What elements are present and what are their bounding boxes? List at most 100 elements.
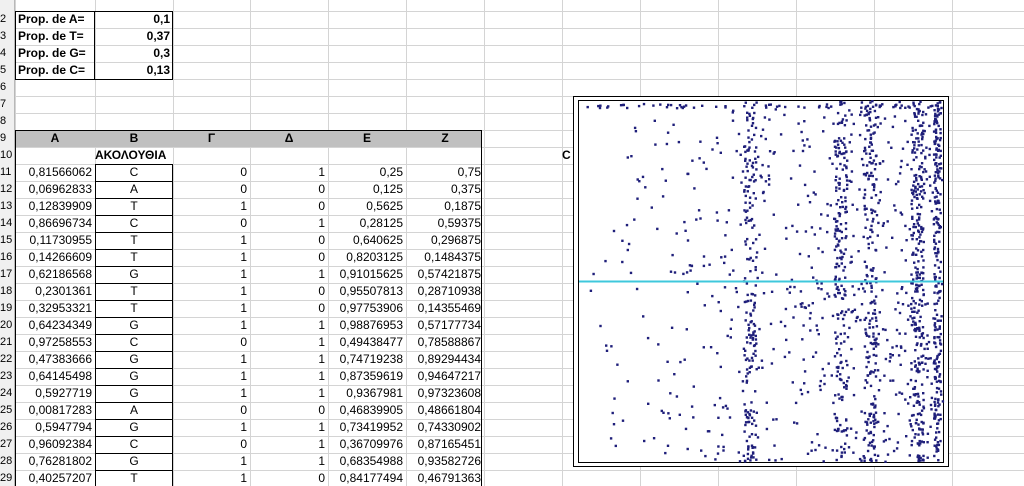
table-cell cell-a[interactable]: 0,12839909 [15, 198, 95, 215]
row-number[interactable]: 19 [0, 300, 14, 317]
table-cell cell-b[interactable]: G [95, 368, 173, 385]
table-cell cell-e[interactable]: 0,640625 [328, 232, 406, 249]
table-cell cell-gamma[interactable]: 1 [173, 300, 250, 317]
table-cell cell-b[interactable]: G [95, 453, 173, 470]
table-cell cell-gamma[interactable]: 1 [173, 266, 250, 283]
table-cell cell-delta[interactable]: 1 [250, 368, 328, 385]
table-cell cell-b[interactable]: A [95, 181, 173, 198]
prop-g-value[interactable]: 0,3 [95, 45, 173, 62]
row-number[interactable]: 20 [0, 317, 14, 334]
table-cell cell-b[interactable]: G [95, 351, 173, 368]
table-cell cell-delta[interactable]: 1 [250, 385, 328, 402]
row-number[interactable]: 2 [0, 11, 14, 28]
table-cell cell-e[interactable]: 0,49438477 [328, 334, 406, 351]
table-cell cell-z[interactable]: 0,93582726 [406, 453, 484, 470]
table-cell cell-gamma[interactable]: 1 [173, 368, 250, 385]
row-number[interactable]: 12 [0, 181, 14, 198]
prop-c-label[interactable]: Prop. de C= [15, 62, 95, 79]
row-number[interactable]: 4 [0, 45, 14, 62]
table-cell cell-a[interactable]: 0,06962833 [15, 181, 95, 198]
prop-t-label[interactable]: Prop. de T= [15, 28, 95, 45]
table-cell cell-a[interactable]: 0,40257207 [15, 470, 95, 486]
row-number[interactable]: 14 [0, 215, 14, 232]
row-number[interactable]: 17 [0, 266, 14, 283]
table-cell cell-e[interactable]: 0,98876953 [328, 317, 406, 334]
table-cell cell-delta[interactable]: 1 [250, 453, 328, 470]
table-cell cell-a[interactable]: 0,86696734 [15, 215, 95, 232]
table-cell cell-b[interactable]: G [95, 385, 173, 402]
table-cell cell-e[interactable]: 0,73419952 [328, 419, 406, 436]
table-cell cell-z[interactable]: 0,14355469 [406, 300, 484, 317]
spreadsheet-grid[interactable]: 2 3 4 5 6 7 8 9 10 11 12 13 14 15 16 17 18 19 20 21 22 23 24 25… [0, 0, 1024, 486]
table-cell cell-z[interactable]: 0,48661804 [406, 402, 484, 419]
table-cell cell-gamma[interactable]: 1 [173, 470, 250, 486]
table-cell cell-a[interactable]: 0,00817283 [15, 402, 95, 419]
table-cell cell-gamma[interactable]: 1 [173, 385, 250, 402]
table-cell cell-a[interactable]: 0,14266609 [15, 249, 95, 266]
row-number[interactable]: 23 [0, 368, 14, 385]
table-cell cell-gamma[interactable]: 1 [173, 232, 250, 249]
table-cell cell-z[interactable]: 0,78588867 [406, 334, 484, 351]
table-cell cell-delta[interactable]: 1 [250, 334, 328, 351]
table-cell cell-z[interactable]: 0,1484375 [406, 249, 484, 266]
table-cell cell-gamma[interactable]: 1 [173, 419, 250, 436]
prop-g-label[interactable]: Prop. de G= [15, 45, 95, 62]
table-cell cell-z[interactable]: 0,97323608 [406, 385, 484, 402]
table-cell cell-a[interactable]: 0,2301361 [15, 283, 95, 300]
table-cell cell-delta[interactable]: 0 [250, 249, 328, 266]
row-number[interactable]: 15 [0, 232, 14, 249]
table-cell cell-e[interactable]: 0,46839905 [328, 402, 406, 419]
prop-a-label[interactable]: Prop. de A= [15, 11, 95, 28]
row-number[interactable]: 18 [0, 283, 14, 300]
table-cell cell-z[interactable]: 0,46791363 [406, 470, 484, 486]
scatter-chart[interactable] [573, 96, 949, 467]
row-number[interactable]: 9 [0, 130, 14, 147]
table-cell cell-e[interactable]: 0,36709976 [328, 436, 406, 453]
table-cell cell-gamma[interactable]: 1 [173, 283, 250, 300]
table-cell cell-z[interactable]: 0,296875 [406, 232, 484, 249]
table-cell cell-delta[interactable]: 1 [250, 419, 328, 436]
table-cell cell-a[interactable]: 0,97258553 [15, 334, 95, 351]
row-number[interactable]: 25 [0, 402, 14, 419]
table-cell cell-delta[interactable]: 0 [250, 470, 328, 486]
table-cell cell-gamma[interactable]: 1 [173, 249, 250, 266]
table-cell cell-b[interactable]: C [95, 436, 173, 453]
table-cell cell-delta[interactable]: 0 [250, 283, 328, 300]
table-cell cell-gamma[interactable]: 1 [173, 351, 250, 368]
table-cell cell-b[interactable]: C [95, 215, 173, 232]
table-cell cell-delta[interactable]: 0 [250, 300, 328, 317]
table-cell cell-gamma[interactable]: 0 [173, 402, 250, 419]
table-cell cell-z[interactable]: 0,74330902 [406, 419, 484, 436]
table-cell cell-gamma[interactable]: 1 [173, 453, 250, 470]
table-cell cell-b[interactable]: C [95, 334, 173, 351]
table-cell cell-b[interactable]: T [95, 470, 173, 486]
row-number[interactable]: 26 [0, 419, 14, 436]
table-cell cell-gamma[interactable]: 0 [173, 334, 250, 351]
table-cell cell-gamma[interactable]: 0 [173, 164, 250, 181]
table-cell cell-a[interactable]: 0,5927719 [15, 385, 95, 402]
table-cell cell-b[interactable]: G [95, 419, 173, 436]
table-cell cell-z[interactable]: 0,57177734 [406, 317, 484, 334]
table-cell cell-delta[interactable]: 1 [250, 266, 328, 283]
table-cell cell-delta[interactable]: 1 [250, 351, 328, 368]
row-number[interactable]: 8 [0, 113, 14, 130]
table-cell cell-delta[interactable]: 1 [250, 164, 328, 181]
table-cell cell-delta[interactable]: 0 [250, 181, 328, 198]
table-cell cell-b[interactable]: T [95, 249, 173, 266]
table-cell cell-b[interactable]: T [95, 283, 173, 300]
table-cell cell-a[interactable]: 0,64234349 [15, 317, 95, 334]
table-cell cell-z[interactable]: 0,1875 [406, 198, 484, 215]
table-cell cell-delta[interactable]: 0 [250, 402, 328, 419]
table-cell cell-delta[interactable]: 1 [250, 317, 328, 334]
table-cell cell-e[interactable]: 0,125 [328, 181, 406, 198]
table-cell cell-b[interactable]: T [95, 300, 173, 317]
table-cell cell-e[interactable]: 0,91015625 [328, 266, 406, 283]
table-cell cell-b[interactable]: G [95, 266, 173, 283]
row-number[interactable]: 16 [0, 249, 14, 266]
table-cell cell-e[interactable]: 0,28125 [328, 215, 406, 232]
table-cell cell-z[interactable]: 0,87165451 [406, 436, 484, 453]
table-cell cell-a[interactable]: 0,32953321 [15, 300, 95, 317]
table-cell cell-e[interactable]: 0,97753906 [328, 300, 406, 317]
row-number[interactable]: 13 [0, 198, 14, 215]
table-cell cell-e[interactable]: 0,95507813 [328, 283, 406, 300]
